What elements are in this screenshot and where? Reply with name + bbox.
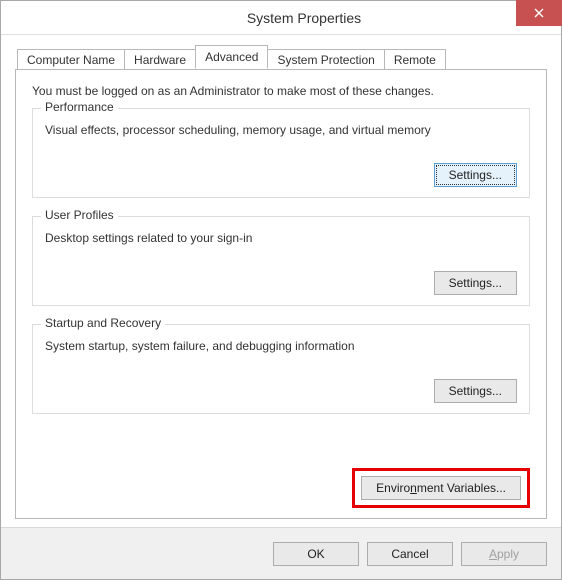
dialog-footer: OK Cancel Apply bbox=[1, 527, 561, 579]
user-profiles-desc: Desktop settings related to your sign-in bbox=[45, 231, 517, 245]
content-area: Computer Name Hardware Advanced System P… bbox=[1, 35, 561, 527]
system-properties-window: System Properties Computer Name Hardware… bbox=[0, 0, 562, 580]
group-performance: Performance Visual effects, processor sc… bbox=[32, 108, 530, 198]
button-label: Environment Variables... bbox=[376, 481, 506, 495]
tab-remote[interactable]: Remote bbox=[384, 49, 446, 70]
ok-button[interactable]: OK bbox=[273, 542, 359, 566]
close-icon bbox=[534, 8, 544, 18]
startup-desc: System startup, system failure, and debu… bbox=[45, 339, 517, 353]
tab-system-protection[interactable]: System Protection bbox=[267, 49, 384, 70]
window-title: System Properties bbox=[1, 10, 561, 26]
group-title-startup-recovery: Startup and Recovery bbox=[41, 316, 165, 330]
tab-strip: Computer Name Hardware Advanced System P… bbox=[17, 45, 547, 69]
button-label: Cancel bbox=[391, 547, 428, 561]
button-label: Settings... bbox=[449, 276, 502, 290]
apply-button[interactable]: Apply bbox=[461, 542, 547, 566]
user-profiles-settings-button[interactable]: Settings... bbox=[434, 271, 517, 295]
env-vars-row: Environment Variables... bbox=[32, 468, 530, 508]
group-user-profiles: User Profiles Desktop settings related t… bbox=[32, 216, 530, 306]
tab-hardware[interactable]: Hardware bbox=[124, 49, 196, 70]
group-title-user-profiles: User Profiles bbox=[41, 208, 118, 222]
performance-desc: Visual effects, processor scheduling, me… bbox=[45, 123, 517, 137]
titlebar: System Properties bbox=[1, 1, 561, 35]
tab-panel-advanced: You must be logged on as an Administrato… bbox=[15, 69, 547, 519]
environment-variables-button[interactable]: Environment Variables... bbox=[361, 476, 521, 500]
performance-settings-button[interactable]: Settings... bbox=[434, 163, 517, 187]
button-label: OK bbox=[307, 547, 324, 561]
group-startup-recovery: Startup and Recovery System startup, sys… bbox=[32, 324, 530, 414]
cancel-button[interactable]: Cancel bbox=[367, 542, 453, 566]
group-title-performance: Performance bbox=[41, 100, 118, 114]
tab-computer-name[interactable]: Computer Name bbox=[17, 49, 125, 70]
intro-text: You must be logged on as an Administrato… bbox=[32, 84, 530, 98]
startup-settings-button[interactable]: Settings... bbox=[434, 379, 517, 403]
close-button[interactable] bbox=[516, 0, 562, 26]
button-label: Apply bbox=[489, 547, 519, 561]
highlight-annotation: Environment Variables... bbox=[352, 468, 530, 508]
button-label: Settings... bbox=[449, 384, 502, 398]
button-label: Settings... bbox=[449, 168, 502, 182]
tab-advanced[interactable]: Advanced bbox=[195, 45, 268, 69]
